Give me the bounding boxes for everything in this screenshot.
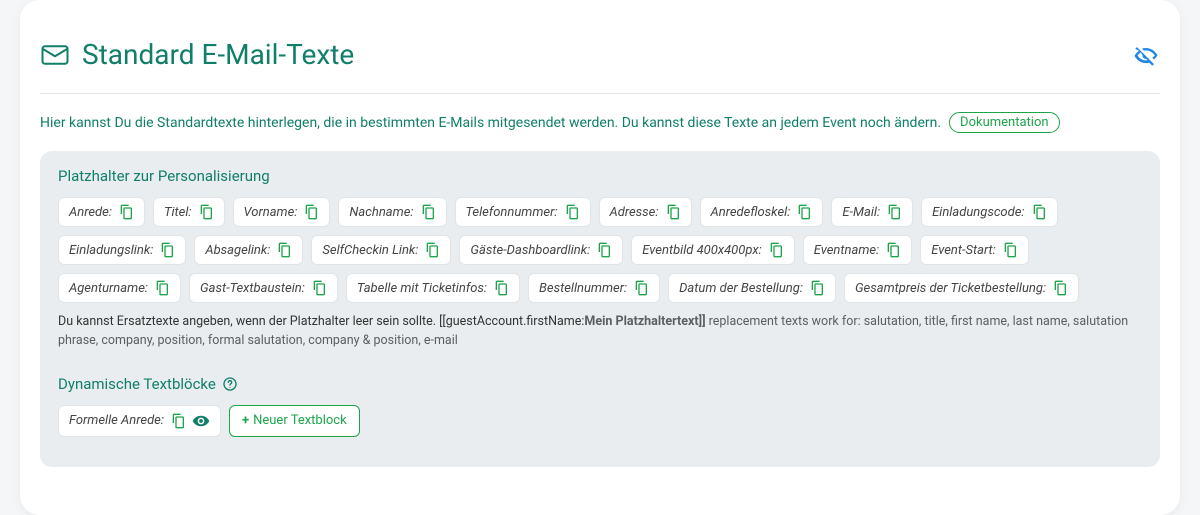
documentation-link[interactable]: Dokumentation (949, 112, 1060, 133)
placeholder-chip-label: Absagelink: (205, 243, 270, 258)
placeholder-chip-label: Nachname: (349, 205, 413, 220)
help-circle-icon[interactable] (222, 376, 238, 392)
placeholder-chip-label: Adresse: (610, 205, 659, 220)
copy-icon[interactable] (796, 204, 812, 220)
placeholder-chip[interactable]: Titel: (153, 197, 225, 227)
visibility-off-icon[interactable] (1132, 41, 1160, 69)
placeholder-chip-label: SelfCheckin Link: (322, 243, 418, 258)
placeholder-chip-label: Anredefloskel: (711, 205, 791, 220)
placeholder-chip[interactable]: Bestellnummer: (528, 273, 660, 303)
placeholder-chip[interactable]: Gäste-Dashboardlink: (459, 235, 623, 265)
placeholder-chip-label: Titel: (164, 205, 192, 220)
copy-icon[interactable] (493, 280, 509, 296)
page-title: Standard E-Mail-Texte (40, 38, 354, 71)
placeholder-chip-label: Bestellnummer: (539, 281, 627, 296)
copy-icon[interactable] (311, 280, 327, 296)
placeholder-chip-label: Einladungslink: (69, 243, 153, 258)
copy-icon[interactable] (564, 204, 580, 220)
placeholder-chip-label: Agenturname: (69, 281, 148, 296)
placeholder-chip-label: Eventname: (814, 243, 879, 258)
add-textblock-label: Neuer Textblock (253, 413, 347, 428)
intro-text: Hier kannst Du die Standardtexte hinterl… (40, 115, 941, 131)
placeholder-chip[interactable]: Eventname: (803, 235, 912, 265)
textblock-chip-row: Formelle Anrede: + Neuer Textblock (58, 405, 1142, 437)
help-text: Du kannst Ersatztexte angeben, wenn der … (58, 313, 1142, 351)
placeholder-chip-label: Eventbild 400x400px: (642, 243, 761, 258)
copy-icon[interactable] (276, 242, 292, 258)
placeholder-chip-label: Anrede: (69, 205, 112, 220)
copy-icon[interactable] (424, 242, 440, 258)
placeholder-chip[interactable]: E-Mail: (831, 197, 913, 227)
placeholder-chip-label: Tabelle mit Ticketinfos: (357, 281, 487, 296)
copy-icon[interactable] (303, 204, 319, 220)
help-lead: Du kannst Ersatztexte angeben, wenn der … (58, 314, 584, 329)
placeholder-chip[interactable]: Tabelle mit Ticketinfos: (346, 273, 520, 303)
placeholder-chip-label: Gäste-Dashboardlink: (470, 243, 590, 258)
help-bold: Mein Platzhaltertext]] (584, 314, 705, 329)
placeholder-chip-label: Gast-Textbaustein: (200, 281, 305, 296)
title-row: Standard E-Mail-Texte (40, 38, 1160, 94)
textblock-chip[interactable]: Formelle Anrede: (58, 405, 221, 437)
dynamic-textblocks-heading: Dynamische Textblöcke (58, 375, 1142, 393)
placeholder-chip[interactable]: Agenturname: (58, 273, 181, 303)
copy-icon[interactable] (170, 413, 186, 429)
copy-icon[interactable] (886, 204, 902, 220)
placeholder-chip-label: Telefonnummer: (466, 205, 558, 220)
intro-row: Hier kannst Du die Standardtexte hinterl… (40, 112, 1160, 133)
copy-icon[interactable] (768, 242, 784, 258)
copy-icon[interactable] (1052, 280, 1068, 296)
plus-icon: + (242, 413, 249, 428)
placeholder-chip[interactable]: SelfCheckin Link: (311, 235, 451, 265)
placeholder-chip-row: Anrede: Titel: Vorname: Nachname: Telefonnum… (58, 197, 1142, 303)
placeholder-chip[interactable]: Eventbild 400x400px: (631, 235, 794, 265)
placeholder-chip-label: Vorname: (244, 205, 298, 220)
email-texts-card: Standard E-Mail-Texte Hier kannst Du die… (20, 0, 1180, 515)
placeholder-chip-label: Event-Start: (931, 243, 996, 258)
placeholder-chip[interactable]: Nachname: (338, 197, 446, 227)
copy-icon[interactable] (596, 242, 612, 258)
placeholder-panel: Platzhalter zur Personalisierung Anrede:… (40, 151, 1160, 467)
copy-icon[interactable] (420, 204, 436, 220)
placeholder-chip-label: Gesamtpreis der Ticketbestellung: (855, 281, 1046, 296)
copy-icon[interactable] (885, 242, 901, 258)
copy-icon[interactable] (1002, 242, 1018, 258)
subheading-text: Dynamische Textblöcke (58, 375, 216, 393)
placeholder-chip[interactable]: Anredefloskel: (700, 197, 824, 227)
placeholder-chip[interactable]: Einladungslink: (58, 235, 186, 265)
panel-heading: Platzhalter zur Personalisierung (58, 167, 1142, 185)
placeholder-chip[interactable]: Adresse: (599, 197, 692, 227)
placeholder-chip[interactable]: Telefonnummer: (455, 197, 591, 227)
textblock-chip-label: Formelle Anrede: (69, 413, 164, 428)
placeholder-chip-label: E-Mail: (842, 205, 880, 220)
placeholder-chip[interactable]: Gesamtpreis der Ticketbestellung: (844, 273, 1079, 303)
placeholder-chip[interactable]: Gast-Textbaustein: (189, 273, 338, 303)
envelope-icon (40, 40, 70, 70)
placeholder-chip-label: Datum der Bestellung: (679, 281, 803, 296)
placeholder-chip[interactable]: Datum der Bestellung: (668, 273, 836, 303)
copy-icon[interactable] (1031, 204, 1047, 220)
copy-icon[interactable] (159, 242, 175, 258)
copy-icon[interactable] (198, 204, 214, 220)
copy-icon[interactable] (665, 204, 681, 220)
placeholder-chip[interactable]: Einladungscode: (921, 197, 1057, 227)
page-title-text: Standard E-Mail-Texte (82, 38, 354, 71)
copy-icon[interactable] (633, 280, 649, 296)
copy-icon[interactable] (154, 280, 170, 296)
copy-icon[interactable] (118, 204, 134, 220)
add-textblock-button[interactable]: + Neuer Textblock (229, 405, 360, 437)
placeholder-chip[interactable]: Anrede: (58, 197, 145, 227)
eye-icon[interactable] (192, 412, 210, 430)
copy-icon[interactable] (809, 280, 825, 296)
placeholder-chip[interactable]: Event-Start: (920, 235, 1029, 265)
placeholder-chip[interactable]: Absagelink: (194, 235, 303, 265)
placeholder-chip-label: Einladungscode: (932, 205, 1024, 220)
placeholder-chip[interactable]: Vorname: (233, 197, 331, 227)
